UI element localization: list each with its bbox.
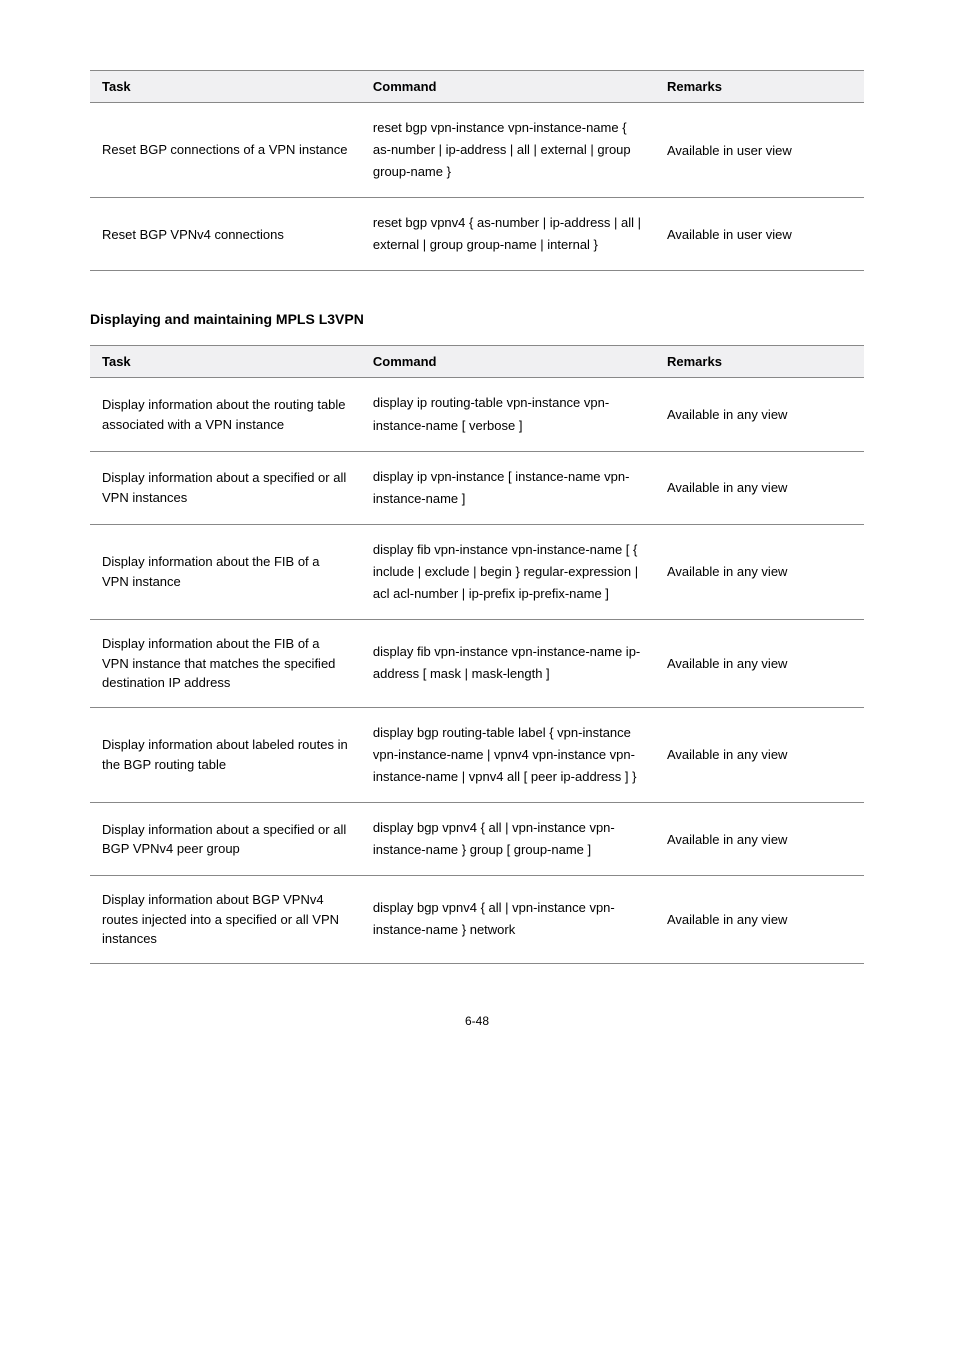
- table2-header-task: Task: [90, 346, 361, 378]
- table1-header-command: Command: [361, 71, 655, 103]
- command-cell: reset bgp vpn-instance vpn-instance-name…: [361, 103, 655, 198]
- remarks-cell: Available in any view: [655, 876, 864, 964]
- section-heading: Displaying and maintaining MPLS L3VPN: [90, 311, 864, 327]
- table-row: Display information about a specified or…: [90, 802, 864, 875]
- command-cell: display ip routing-table vpn-instance vp…: [361, 378, 655, 451]
- table-row: Display information about the FIB of a V…: [90, 524, 864, 619]
- remarks-cell: Available in any view: [655, 524, 864, 619]
- remarks-cell: Available in any view: [655, 707, 864, 802]
- table-row: Reset BGP VPNv4 connections reset bgp vp…: [90, 198, 864, 271]
- page-number: 6-48: [90, 1014, 864, 1028]
- command-cell: display bgp routing-table label { vpn-in…: [361, 707, 655, 802]
- command-cell: display fib vpn-instance vpn-instance-na…: [361, 524, 655, 619]
- table-row: Display information about the FIB of a V…: [90, 620, 864, 708]
- command-cell: display fib vpn-instance vpn-instance-na…: [361, 620, 655, 708]
- table1-header-task: Task: [90, 71, 361, 103]
- table-row: Reset BGP connections of a VPN instance …: [90, 103, 864, 198]
- table-row: Display information about labeled routes…: [90, 707, 864, 802]
- task-cell: Display information about a specified or…: [90, 451, 361, 524]
- table-row: Display information about the routing ta…: [90, 378, 864, 451]
- task-cell: Display information about a specified or…: [90, 802, 361, 875]
- task-cell: Display information about labeled routes…: [90, 707, 361, 802]
- task-cell: Reset BGP VPNv4 connections: [90, 198, 361, 271]
- task-cell: Display information about the routing ta…: [90, 378, 361, 451]
- command-cell: reset bgp vpnv4 { as-number | ip-address…: [361, 198, 655, 271]
- table-row: Display information about BGP VPNv4 rout…: [90, 876, 864, 964]
- display-commands-table: Task Command Remarks Display information…: [90, 345, 864, 963]
- command-cell: display bgp vpnv4 { all | vpn-instance v…: [361, 876, 655, 964]
- remarks-cell: Available in any view: [655, 378, 864, 451]
- table2-header-command: Command: [361, 346, 655, 378]
- task-cell: Reset BGP connections of a VPN instance: [90, 103, 361, 198]
- task-cell: Display information about BGP VPNv4 rout…: [90, 876, 361, 964]
- remarks-cell: Available in any view: [655, 451, 864, 524]
- table-row: Display information about a specified or…: [90, 451, 864, 524]
- task-cell: Display information about the FIB of a V…: [90, 620, 361, 708]
- remarks-cell: Available in any view: [655, 620, 864, 708]
- remarks-cell: Available in user view: [655, 198, 864, 271]
- remarks-cell: Available in user view: [655, 103, 864, 198]
- remarks-cell: Available in any view: [655, 802, 864, 875]
- table2-header-remarks: Remarks: [655, 346, 864, 378]
- task-cell: Display information about the FIB of a V…: [90, 524, 361, 619]
- table1-header-remarks: Remarks: [655, 71, 864, 103]
- command-cell: display ip vpn-instance [ instance-name …: [361, 451, 655, 524]
- reset-commands-table: Task Command Remarks Reset BGP connectio…: [90, 70, 864, 271]
- command-cell: display bgp vpnv4 { all | vpn-instance v…: [361, 802, 655, 875]
